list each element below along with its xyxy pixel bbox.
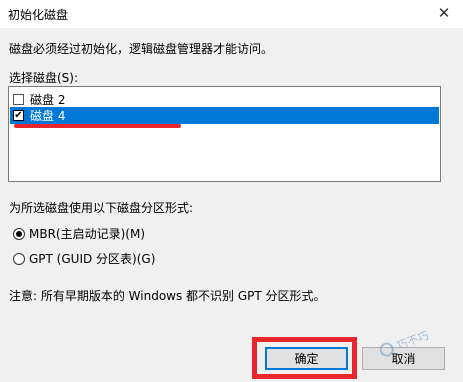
- disk-list-item[interactable]: 磁盘 2: [10, 91, 439, 108]
- title-bar: 初始化磁盘 ✕: [0, 0, 463, 28]
- radio-gpt-label: GPT (GUID 分区表)(G): [29, 252, 156, 266]
- disk-item-label: 磁盘 2: [30, 93, 66, 107]
- select-disk-label: 选择磁盘(S):: [9, 71, 79, 85]
- window-title: 初始化磁盘: [8, 8, 69, 22]
- disk-list[interactable]: 磁盘 2 ✔ 磁盘 4: [8, 86, 441, 182]
- red-highlight-underline: [14, 124, 181, 128]
- description-text: 磁盘必须经过初始化，逻辑磁盘管理器才能访问。: [9, 42, 274, 56]
- radio-button[interactable]: [13, 252, 25, 265]
- disk-checkbox[interactable]: [13, 94, 24, 105]
- radio-mbr[interactable]: MBR(主启动记录)(M): [13, 225, 145, 242]
- disk-item-label: 磁盘 4: [30, 109, 66, 123]
- initialize-disk-dialog: 初始化磁盘 ✕ 磁盘必须经过初始化，逻辑磁盘管理器才能访问。 选择磁盘(S): …: [0, 0, 463, 382]
- note-text: 注意: 所有早期版本的 Windows 都不识别 GPT 分区形式。: [9, 289, 326, 303]
- radio-gpt[interactable]: GPT (GUID 分区表)(G): [13, 250, 155, 267]
- radio-mbr-label: MBR(主启动记录)(M): [29, 227, 146, 241]
- radio-button-selected[interactable]: [13, 227, 25, 240]
- disk-checkbox-checked[interactable]: ✔: [13, 110, 24, 121]
- watermark-text: 巧不巧: [394, 328, 431, 353]
- close-icon: ✕: [437, 4, 451, 22]
- red-highlight-box: [252, 337, 357, 379]
- disk-list-item-selected[interactable]: ✔ 磁盘 4: [10, 107, 439, 124]
- partition-style-label: 为所选磁盘使用以下磁盘分区形式:: [9, 201, 194, 215]
- close-button[interactable]: ✕: [433, 2, 455, 24]
